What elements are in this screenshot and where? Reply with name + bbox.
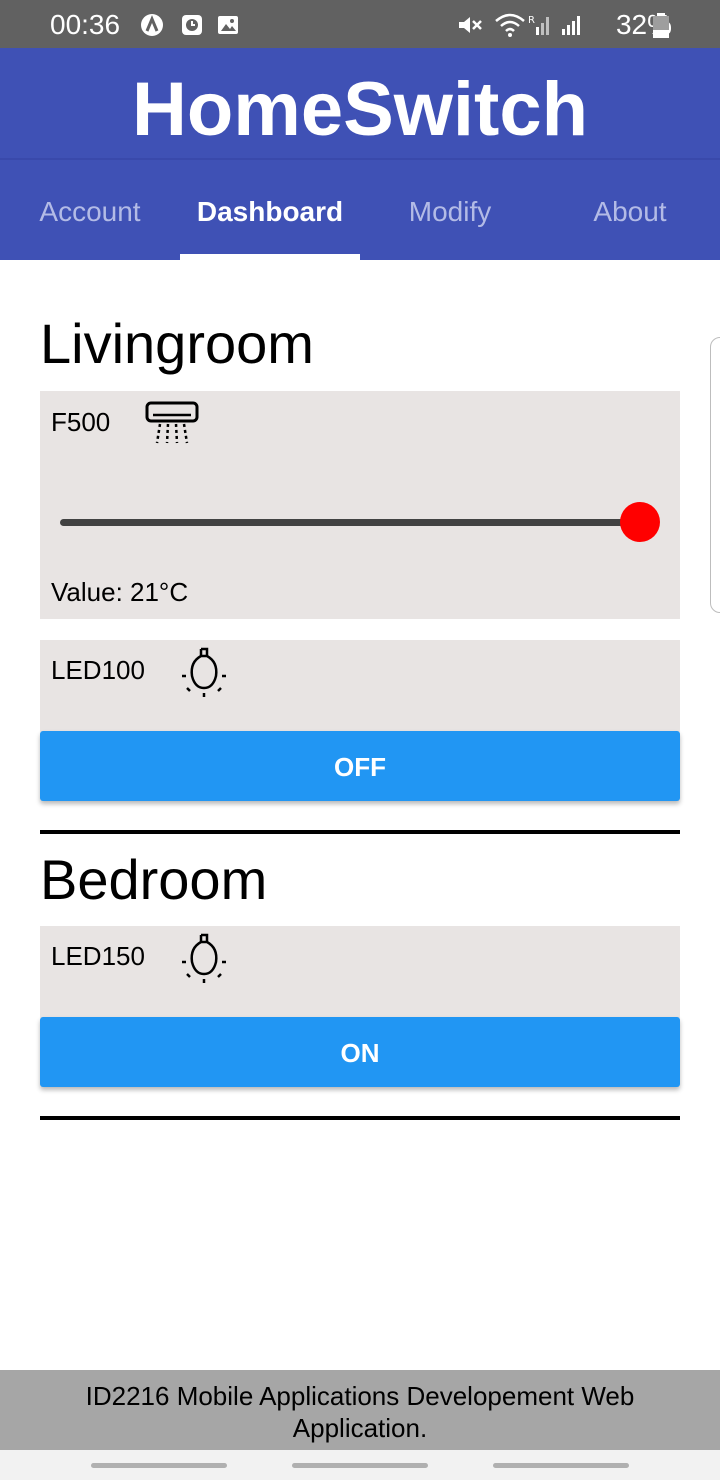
footer-text: ID2216 Mobile Applications Developement … (85, 1381, 635, 1443)
a-badge-icon (140, 13, 164, 37)
mute-icon (456, 13, 482, 37)
signal-icon (560, 13, 584, 37)
app-bar: HomeSwitch Account Dashboard Modify Abou… (0, 48, 720, 260)
system-nav-bar (0, 1450, 720, 1480)
device-name: LED150 (51, 941, 145, 971)
temperature-value: Value: 21°C (51, 577, 189, 607)
status-time: 00:36 (50, 9, 121, 40)
air-conditioner-icon (144, 400, 200, 446)
lightbulb-icon (181, 932, 227, 984)
battery-icon (652, 13, 670, 38)
room-title-livingroom: Livingroom (40, 312, 314, 375)
room-divider (40, 1116, 680, 1120)
tab-dashboard[interactable]: Dashboard (180, 160, 360, 260)
tab-modify[interactable]: Modify (360, 160, 540, 260)
device-name: F500 (51, 407, 111, 437)
room-title-bedroom: Bedroom (40, 848, 268, 911)
app-title: HomeSwitch (131, 67, 589, 152)
signal-roaming-icon: R (528, 13, 552, 37)
svg-text:R: R (528, 15, 535, 26)
device-card-f500: F500 Value: 21°C (40, 391, 680, 619)
status-bar: 00:36 R 32% (0, 0, 720, 48)
room-divider (40, 830, 680, 834)
nav-recents-bar[interactable] (91, 1463, 227, 1468)
footer: ID2216 Mobile Applications Developement … (0, 1370, 720, 1450)
tab-about[interactable]: About (540, 160, 720, 260)
device-card-led100: LED100 (40, 640, 680, 732)
temperature-slider-track[interactable] (60, 519, 640, 526)
device-name: LED100 (51, 655, 145, 685)
scroll-handle[interactable] (710, 337, 720, 613)
nav-back-bar[interactable] (493, 1463, 629, 1468)
device-card-led150: LED150 (40, 926, 680, 1018)
wifi-icon (494, 13, 526, 37)
tab-bar: Account Dashboard Modify About (0, 160, 720, 260)
tab-account[interactable]: Account (0, 160, 180, 260)
nav-home-bar[interactable] (292, 1463, 428, 1468)
active-tab-indicator (180, 254, 360, 260)
lightbulb-icon (181, 646, 227, 698)
led100-toggle-button[interactable]: OFF (40, 731, 680, 801)
clock-badge-icon (180, 13, 204, 37)
led150-toggle-button[interactable]: ON (40, 1017, 680, 1087)
image-icon (216, 13, 240, 37)
temperature-slider-thumb[interactable] (620, 502, 660, 542)
